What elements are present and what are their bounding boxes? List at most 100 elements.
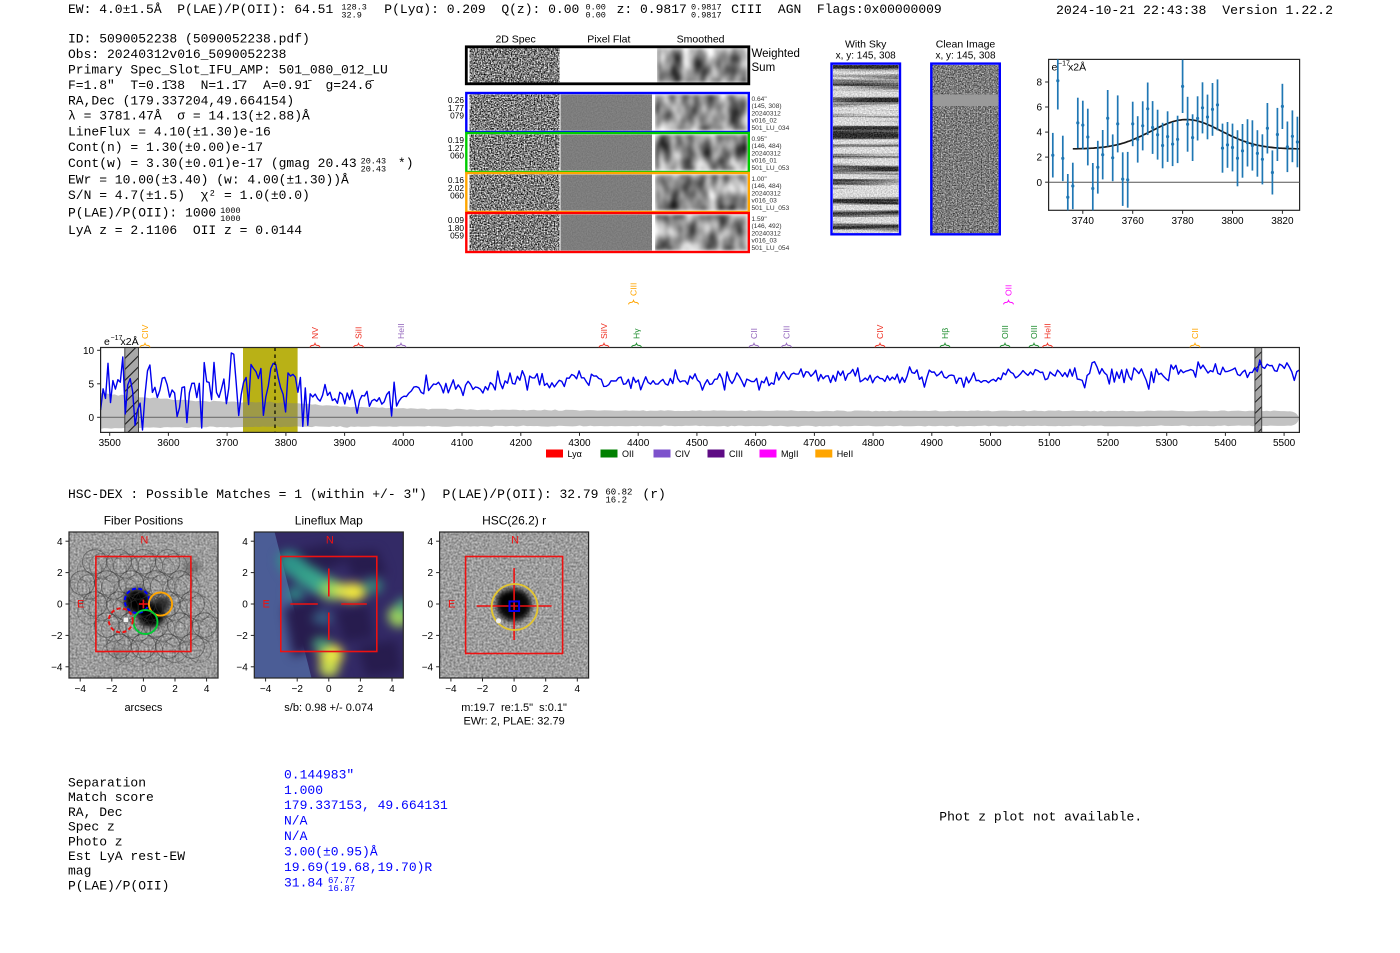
svg-text:0: 0 [428,600,434,611]
svg-text:CIV: CIV [140,324,150,339]
svg-text:6: 6 [1037,103,1043,114]
svg-text:20240312: 20240312 [752,150,782,157]
svg-text:P(LAE)/P(OII): P(LAE)/P(OII) [68,878,169,893]
svg-text:3700: 3700 [216,438,239,449]
svg-text:(146, 484): (146, 484) [752,143,782,150]
svg-text:3800: 3800 [1221,216,1244,227]
svg-text:2: 2 [172,684,178,695]
svg-text:−4: −4 [51,662,63,673]
svg-text:5000: 5000 [979,438,1002,449]
svg-text:λ = 3781.47Å σ = 14.13(±2.88): λ = 3781.47Å σ = 14.13(±2.88)Å [68,109,310,124]
svg-text:079: 079 [450,110,464,120]
svg-text:4: 4 [428,537,434,548]
svg-text:20240312: 20240312 [752,110,782,117]
svg-text:EWr: 2, PLAE: 32.79: EWr: 2, PLAE: 32.79 [463,716,564,728]
svg-text:−2: −2 [291,684,303,695]
svg-text:501_LU_053: 501_LU_053 [752,205,790,212]
svg-text:−2: −2 [106,684,118,695]
svg-text:x, y: 145, 308: x, y: 145, 308 [935,51,995,62]
svg-text:P(Lyα): 0.209 Q(z): 0.00: P(Lyα): 0.209 Q(z): 0.00 [384,2,579,17]
svg-text:16.87: 16.87 [328,884,355,894]
svg-text:CIII: CIII [729,449,743,459]
svg-text:501_LU_034: 501_LU_034 [752,125,790,132]
svg-text:Est LyA rest-EW: Est LyA rest-EW [68,849,185,864]
svg-text:−4: −4 [445,684,457,695]
svg-text:4: 4 [204,684,210,695]
svg-text:−2: −2 [477,684,489,695]
svg-text:HeII: HeII [837,449,854,459]
svg-text:mag: mag [68,864,91,879]
svg-text:4500: 4500 [686,438,709,449]
svg-text:4: 4 [389,684,395,695]
svg-text:0: 0 [141,684,147,695]
svg-text:1000: 1000 [220,214,240,224]
svg-text:*): *) [390,156,413,171]
svg-text:EW: 4.0±1.5Å P(LAE)/P(OII): 6: EW: 4.0±1.5Å P(LAE)/P(OII): 64.51 [68,2,333,17]
svg-text:E: E [448,599,455,611]
svg-text:0: 0 [511,684,517,695]
svg-text:2024-10-21 22:43:38 Version 1: 2024-10-21 22:43:38 Version 1.22.2 [1056,3,1333,18]
svg-text:3760: 3760 [1122,216,1145,227]
svg-text:−4: −4 [74,684,86,695]
svg-text:OII: OII [1004,285,1014,296]
svg-text:OII: OII [622,449,634,459]
svg-text:−2: −2 [422,631,434,642]
svg-text:Sum: Sum [752,62,776,74]
svg-text:Phot z plot not available.: Phot z plot not available. [939,810,1142,825]
svg-text:NV: NV [310,327,320,339]
svg-text:N/A: N/A [284,829,308,844]
svg-text:Smoothed: Smoothed [677,34,725,46]
svg-text:Primary Spec_Slot_IFU_AMP: 501: Primary Spec_Slot_IFU_AMP: 501_080_012_L… [68,62,388,77]
svg-text:20240312: 20240312 [752,190,782,197]
svg-text:(146, 484): (146, 484) [752,183,782,190]
svg-text:19.69(19.68,19.70)R: 19.69(19.68,19.70)R [284,860,432,875]
svg-text:v016_01: v016_01 [752,158,778,165]
svg-text:31.84: 31.84 [284,875,323,890]
svg-text:v016_02: v016_02 [752,118,778,125]
svg-text:060: 060 [450,190,464,200]
svg-text:0: 0 [57,600,63,611]
svg-text:OIII: OIII [1000,325,1010,339]
svg-text:2: 2 [358,684,364,695]
svg-text:Fiber Positions: Fiber Positions [104,514,183,528]
svg-text:179.337153, 49.664131: 179.337153, 49.664131 [284,798,448,813]
svg-text:4: 4 [1037,128,1043,139]
svg-text:4200: 4200 [510,438,533,449]
svg-text:N/A: N/A [284,814,308,829]
svg-text:F=1.8" T=0.1̄38 N=1.1̄7 A=0: F=1.8" T=0.1̄38 N=1.1̄7 A=0.91̄ g=24.6̄ [68,78,374,93]
svg-text:2D Spec: 2D Spec [495,34,535,46]
svg-text:Cont(n) = 1.30(±0.00)e-17: Cont(n) = 1.30(±0.00)e-17 [68,140,263,155]
svg-text:Spec z: Spec z [68,820,115,835]
svg-text:HSC-DEX : Possible Matches = 1: HSC-DEX : Possible Matches = 1 (within +… [68,487,599,502]
svg-text:0: 0 [1037,178,1043,189]
svg-text:10: 10 [83,346,95,357]
svg-text:20.43: 20.43 [361,165,387,175]
svg-text:x, y: 145, 308: x, y: 145, 308 [836,51,896,62]
svg-text:2: 2 [242,568,248,579]
svg-text:3.00(±0.95)Å: 3.00(±0.95)Å [284,845,378,860]
svg-text:Obs: 20240312v016_5090052238: Obs: 20240312v016_5090052238 [68,47,286,62]
svg-text:Photo z: Photo z [68,834,123,849]
svg-text:3800: 3800 [275,438,298,449]
svg-text:e: e [1052,62,1058,74]
svg-text:CII: CII [749,328,759,339]
svg-text:(145, 308): (145, 308) [752,103,782,110]
svg-text:3740: 3740 [1072,216,1095,227]
svg-text:1.59": 1.59" [752,216,768,223]
svg-text:16.2: 16.2 [605,495,627,505]
svg-text:s/b: 0.98 +/- 0.074: s/b: 0.98 +/- 0.074 [284,702,373,714]
svg-text:0.64": 0.64" [752,96,768,103]
svg-text:−4: −4 [236,662,248,673]
svg-text:3820: 3820 [1271,216,1294,227]
svg-text:3900: 3900 [333,438,356,449]
svg-text:Hβ: Hβ [940,328,950,339]
svg-text:e: e [104,336,110,348]
svg-text:0.9817: 0.9817 [691,10,722,20]
svg-text:0: 0 [89,413,95,424]
svg-text:m:19.7 re:1.5" s:0.1": m:19.7 re:1.5" s:0.1" [461,702,567,714]
svg-text:Lineflux Map: Lineflux Map [295,514,363,528]
svg-text:4800: 4800 [862,438,885,449]
svg-text:P(LAE)/P(OII): 1000: P(LAE)/P(OII): 1000 [68,206,216,221]
svg-text:4300: 4300 [568,438,591,449]
svg-text:0: 0 [326,684,332,695]
